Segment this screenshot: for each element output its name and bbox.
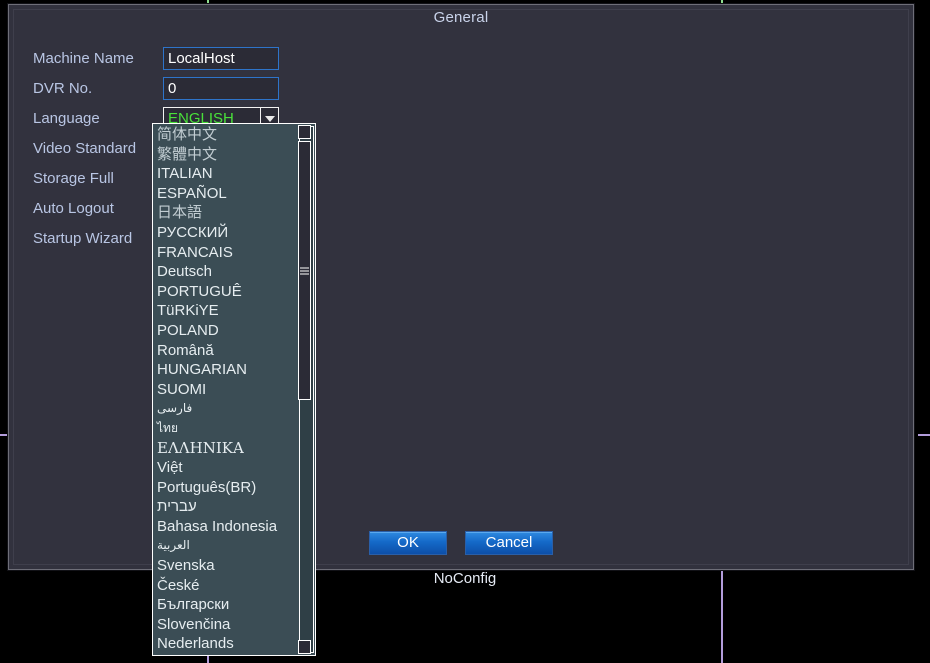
language-option[interactable]: ESPAÑOL bbox=[155, 184, 296, 204]
language-option[interactable]: Deutsch bbox=[155, 262, 296, 282]
cancel-button[interactable]: Cancel bbox=[465, 531, 553, 555]
label-startup-wizard: Startup Wizard bbox=[33, 230, 132, 247]
language-option[interactable]: 简体中文 bbox=[155, 125, 296, 145]
dvr-no-input[interactable] bbox=[163, 77, 279, 100]
form-row-machine-name: Machine Name bbox=[25, 47, 585, 77]
language-option[interactable]: České bbox=[155, 576, 296, 596]
language-option[interactable]: Română bbox=[155, 341, 296, 361]
label-video-standard: Video Standard bbox=[33, 140, 136, 157]
language-option[interactable]: 日本語 bbox=[155, 203, 296, 223]
dialog-button-bar: OK Cancel bbox=[9, 531, 913, 555]
language-option[interactable]: עברית bbox=[155, 497, 296, 517]
scrollbar-grip-icon bbox=[300, 267, 309, 274]
language-option[interactable]: Български bbox=[155, 595, 296, 615]
language-option[interactable]: Slovenčina bbox=[155, 615, 296, 635]
language-option[interactable]: POLAND bbox=[155, 321, 296, 341]
language-option[interactable]: ITALIAN bbox=[155, 164, 296, 184]
language-option[interactable]: Nederlands bbox=[155, 634, 296, 654]
language-option[interactable]: Bahasa Indonesia bbox=[155, 517, 296, 537]
language-option[interactable]: Việt bbox=[155, 458, 296, 478]
scrollbar-up-button[interactable] bbox=[298, 125, 311, 139]
label-dvr-no: DVR No. bbox=[33, 80, 92, 97]
label-storage-full: Storage Full bbox=[33, 170, 114, 187]
form-row-dvr-no: DVR No. bbox=[25, 77, 585, 107]
language-option[interactable]: TüRKiYE bbox=[155, 301, 296, 321]
language-option[interactable]: 繁體中文 bbox=[155, 145, 296, 165]
ok-button[interactable]: OK bbox=[369, 531, 447, 555]
dvr-screen: NoConfig General Machine Name DVR No. La… bbox=[0, 0, 930, 663]
label-language: Language bbox=[33, 110, 100, 127]
general-settings-dialog: General Machine Name DVR No. Language EN… bbox=[8, 4, 914, 570]
language-option[interactable]: Português(BR) bbox=[155, 478, 296, 498]
language-option[interactable]: Svenska bbox=[155, 556, 296, 576]
label-machine-name: Machine Name bbox=[33, 50, 134, 67]
language-option[interactable]: ΕΛΛΗΝΙΚΑ bbox=[155, 439, 296, 459]
dialog-title-bar: General bbox=[9, 5, 913, 31]
language-option[interactable]: فارسی bbox=[155, 399, 296, 419]
language-dropdown-list[interactable]: 简体中文繁體中文ITALIANESPAÑOL日本語РУССКИЙFRANCAIS… bbox=[152, 123, 316, 656]
scrollbar-thumb[interactable] bbox=[298, 141, 311, 400]
language-option[interactable]: SUOMI bbox=[155, 380, 296, 400]
scrollbar-down-button[interactable] bbox=[298, 640, 311, 654]
guide-line-right bbox=[918, 434, 930, 436]
dropdown-scrollbar[interactable] bbox=[296, 124, 315, 655]
machine-name-input[interactable] bbox=[163, 47, 279, 70]
language-dropdown-items: 简体中文繁體中文ITALIANESPAÑOL日本語РУССКИЙFRANCAIS… bbox=[153, 124, 296, 655]
label-auto-logout: Auto Logout bbox=[33, 200, 114, 217]
language-option[interactable]: ไทย bbox=[155, 419, 296, 439]
language-option[interactable]: العربية bbox=[155, 536, 296, 556]
language-option[interactable]: FRANCAIS bbox=[155, 243, 296, 263]
page-title: General bbox=[434, 9, 489, 26]
language-option[interactable]: РУССКИЙ bbox=[155, 223, 296, 243]
language-option[interactable]: HUNGARIAN bbox=[155, 360, 296, 380]
language-option[interactable]: PORTUGUÊ bbox=[155, 282, 296, 302]
status-text: NoConfig bbox=[0, 570, 930, 587]
